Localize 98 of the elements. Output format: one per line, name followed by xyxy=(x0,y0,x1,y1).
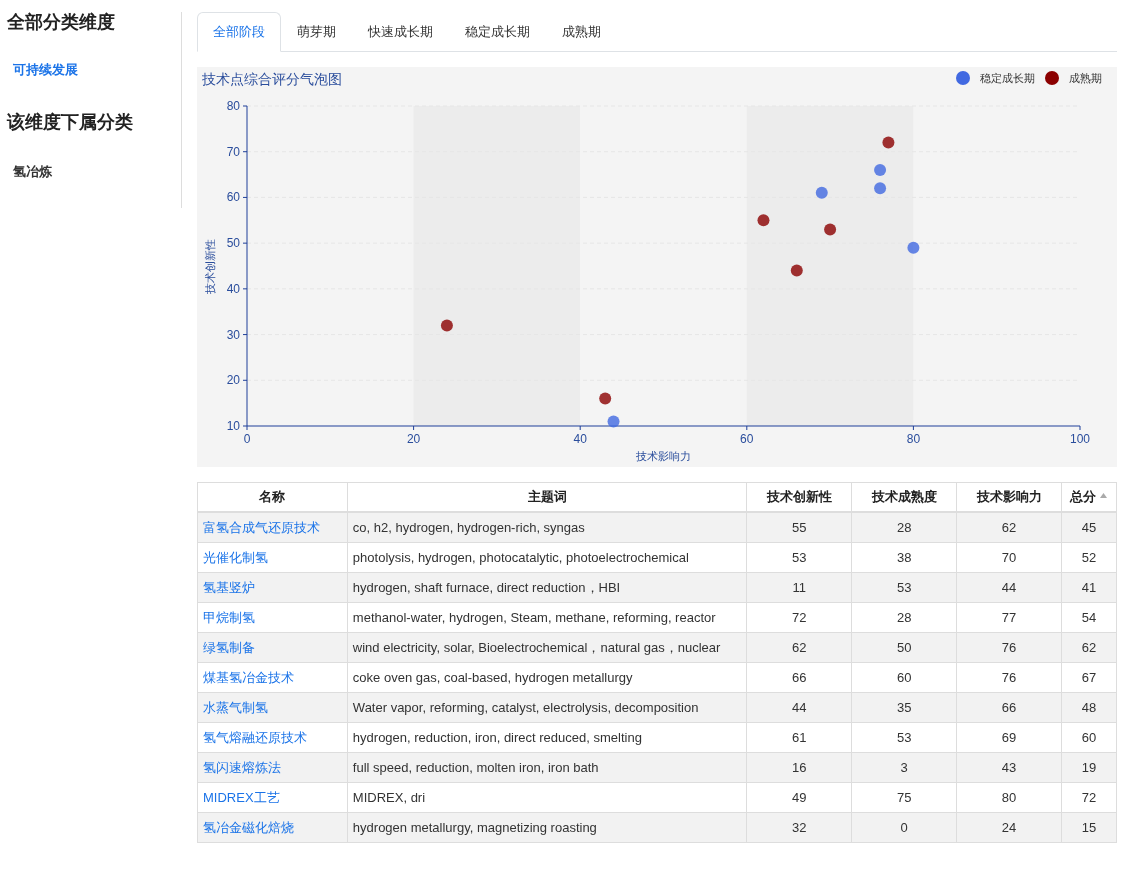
table-cell: 35 xyxy=(851,692,957,723)
sidebar-heading: 该维度下属分类 xyxy=(7,110,134,134)
name-link[interactable]: 绿氢制备 xyxy=(203,640,255,655)
table-cell: 66 xyxy=(746,662,852,693)
table-cell: 60 xyxy=(1061,722,1117,753)
table-cell: 75 xyxy=(851,782,957,813)
table-cell: 41 xyxy=(1061,572,1117,603)
table-cell: 28 xyxy=(851,512,957,543)
tab[interactable]: 全部阶段 xyxy=(197,12,281,52)
table-cell: 3 xyxy=(851,752,957,783)
table-cell: 52 xyxy=(1061,542,1117,573)
tick-label: 40 xyxy=(573,431,587,446)
tick-label: 60 xyxy=(226,189,240,204)
name-link[interactable]: 氢基竖炉 xyxy=(203,580,255,595)
table-cell: wind electricity, solar, Bioelectrochemical，natural gas，nuclear xyxy=(347,632,747,663)
bubble xyxy=(882,136,895,149)
table-cell: 38 xyxy=(851,542,957,573)
table-cell: 76 xyxy=(956,662,1062,693)
bubble xyxy=(790,264,803,277)
table-cell: 43 xyxy=(956,752,1062,783)
chart-title: 技术点综合评分气泡图 xyxy=(202,70,342,87)
tab[interactable]: 快速成长期 xyxy=(352,12,449,52)
table-cell: methanol-water, hydrogen, Steam, methane, reforming, reactor xyxy=(347,602,747,633)
tick-label: 20 xyxy=(406,431,421,446)
table-cell: 72 xyxy=(746,602,852,633)
table-cell: 69 xyxy=(956,722,1062,753)
tick-label: 70 xyxy=(226,144,240,159)
tick-label: 10 xyxy=(226,418,240,433)
table-cell: 66 xyxy=(956,692,1062,723)
table-cell: full speed, reduction, molten iron, iron bath xyxy=(347,752,747,783)
table-cell: 11 xyxy=(746,572,852,603)
table-cell: 45 xyxy=(1061,512,1117,543)
table-cell: Water vapor, reforming, catalyst, electrolysis, decomposition xyxy=(347,692,747,723)
table-cell: 76 xyxy=(956,632,1062,663)
table-cell: 49 xyxy=(746,782,852,813)
table-cell: 72 xyxy=(1061,782,1117,813)
table-cell: 50 xyxy=(851,632,957,663)
tick-label: 30 xyxy=(226,327,240,342)
tick-label: 100 xyxy=(1070,431,1090,446)
table-cell: 0 xyxy=(851,812,957,843)
table-cell: 44 xyxy=(746,692,852,723)
table-cell: coke oven gas, coal-based, hydrogen metallurgy xyxy=(347,662,747,693)
tick-label: 50 xyxy=(226,235,240,250)
table-cell: 44 xyxy=(956,572,1062,603)
table-cell: photolysis, hydrogen, photocatalytic, photoelectrochemical xyxy=(347,542,747,573)
table-cell: 67 xyxy=(1061,662,1117,693)
table-cell: 54 xyxy=(1061,602,1117,633)
table-cell: 24 xyxy=(956,812,1062,843)
table-cell: 62 xyxy=(746,632,852,663)
table-cell: 53 xyxy=(746,542,852,573)
table-cell: 61 xyxy=(746,722,852,753)
bubble xyxy=(815,186,828,199)
table-cell: hydrogen metallurgy, magnetizing roasting xyxy=(347,812,747,843)
bubble xyxy=(874,163,887,176)
table-cell: MIDREX, dri xyxy=(347,782,747,813)
axis-title: 技术创新性 xyxy=(204,238,216,293)
tick-label: 40 xyxy=(226,281,240,296)
table-cell: hydrogen, reduction, iron, direct reduced, smelting xyxy=(347,722,747,753)
table-cell: 77 xyxy=(956,602,1062,633)
bubble xyxy=(440,318,453,331)
table-cell: 53 xyxy=(851,572,957,603)
bubble xyxy=(824,222,837,235)
category-link[interactable]: 可持续发展 xyxy=(7,60,181,80)
table-cell: 60 xyxy=(851,662,957,693)
bubble xyxy=(874,181,887,194)
table-cell: 62 xyxy=(1061,632,1117,663)
tab[interactable]: 成熟期 xyxy=(546,12,617,52)
tick-label: 0 xyxy=(243,431,251,446)
bubble xyxy=(907,241,920,254)
table-cell: 15 xyxy=(1061,812,1117,843)
legend-label: 成熟期 xyxy=(1069,71,1102,84)
tab[interactable]: 萌芽期 xyxy=(281,12,352,52)
table-cell: 48 xyxy=(1061,692,1117,723)
table-cell: 16 xyxy=(746,752,852,783)
axis-title: 技术影响力 xyxy=(636,449,691,462)
name-link[interactable]: 甲烷制氢 xyxy=(203,610,255,625)
tab[interactable]: 稳定成长期 xyxy=(449,12,546,52)
table-cell: 55 xyxy=(746,512,852,543)
table-cell: 70 xyxy=(956,542,1062,573)
bubble xyxy=(607,414,620,427)
table-cell: 53 xyxy=(851,722,957,753)
category-link[interactable]: 氢冶炼 xyxy=(7,161,181,181)
bubble xyxy=(757,213,770,226)
table-cell: 62 xyxy=(956,512,1062,543)
table-cell: co, h2, hydrogen, hydrogen-rich, syngas xyxy=(347,512,747,543)
table-cell: 28 xyxy=(851,602,957,633)
tick-label: 60 xyxy=(740,431,754,446)
table-cell: 80 xyxy=(956,782,1062,813)
tick-label: 80 xyxy=(906,431,921,446)
bubble xyxy=(599,392,612,405)
tick-label: 80 xyxy=(226,98,240,113)
table-cell: hydrogen, shaft furnace, direct reduction，HBI xyxy=(347,572,747,603)
tick-label: 20 xyxy=(226,372,240,387)
table-cell: 32 xyxy=(746,812,852,843)
column-header: 总分 xyxy=(1070,489,1097,504)
sidebar-heading: 全部分类维度 xyxy=(7,11,116,34)
legend-label: 稳定成长期 xyxy=(980,71,1035,84)
table-cell: 19 xyxy=(1061,752,1117,783)
